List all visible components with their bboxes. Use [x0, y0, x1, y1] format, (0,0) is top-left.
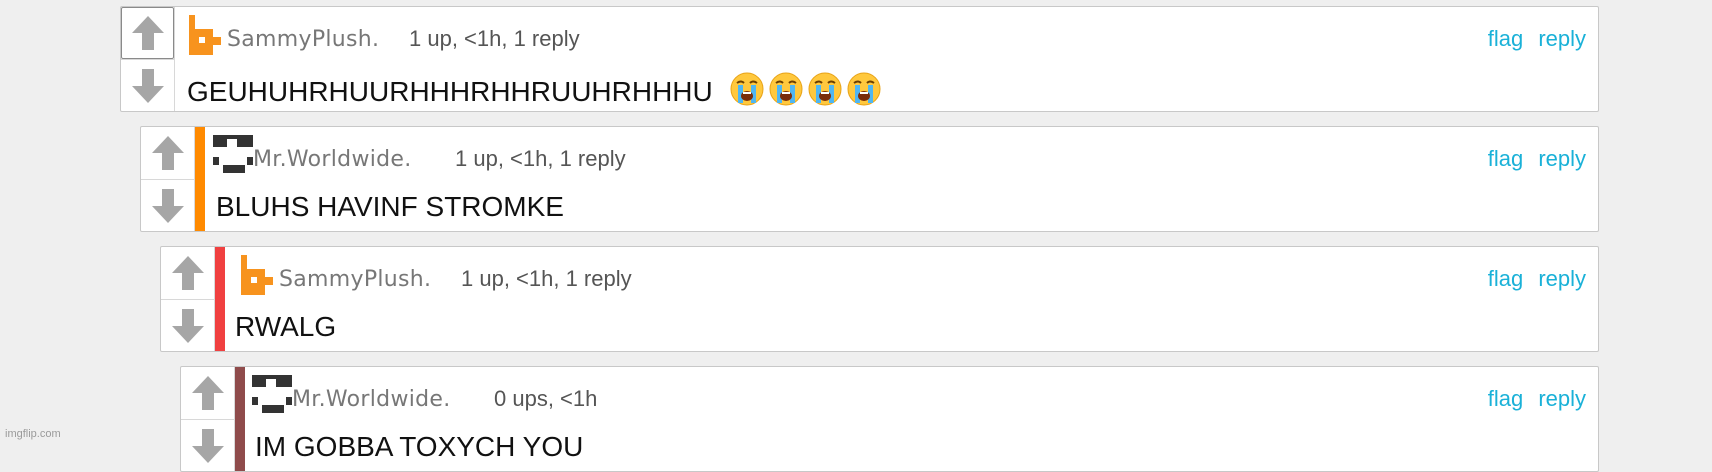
comment-actions: flag reply [1479, 386, 1586, 412]
comment-actions: flag reply [1479, 146, 1586, 172]
comment-content: SammyPlush. 1 up, <1h, 1 reply flag repl… [175, 7, 1598, 111]
comment-stats: 1 up, <1h, 1 reply [455, 146, 626, 171]
reply-link[interactable]: reply [1538, 266, 1586, 291]
comment-content: Mr.Worldwide. 1 up, <1h, 1 reply flag re… [205, 127, 1598, 231]
comment-stats: 1 up, <1h, 1 reply [461, 266, 632, 291]
reply-link[interactable]: reply [1538, 146, 1586, 171]
comment-text: RWALG [235, 311, 336, 343]
flag-link[interactable]: flag [1488, 266, 1523, 291]
comment-header: SammyPlush. 1 up, <1h, 1 reply flag repl… [187, 15, 1586, 55]
thread-depth-bar [235, 367, 245, 471]
username-link[interactable]: SammyPlush. [227, 27, 379, 52]
username-link[interactable]: SammyPlush. [279, 267, 431, 292]
orange-blocky-avatar-icon[interactable] [187, 15, 227, 55]
orange-blocky-avatar-icon[interactable] [239, 255, 279, 295]
comment-text: GEUHUHRHUURHHHRHHRUUHRHHHU [187, 71, 885, 114]
flag-link[interactable]: flag [1488, 146, 1523, 171]
comment-content: SammyPlush. 1 up, <1h, 1 reply flag repl… [225, 247, 1598, 351]
reply-link[interactable]: reply [1538, 386, 1586, 411]
comment: SammyPlush. 1 up, <1h, 1 reply flag repl… [160, 246, 1599, 352]
arrow-up-icon [131, 16, 164, 50]
reply-link[interactable]: reply [1538, 26, 1586, 51]
loudly-crying-face-icon [730, 72, 764, 106]
comment-stats: 1 up, <1h, 1 reply [409, 26, 580, 51]
comment-text: IM GOBBA TOXYCH YOU [255, 431, 583, 463]
downvote-button[interactable] [121, 59, 174, 111]
upvote-button[interactable] [161, 247, 214, 299]
flag-link[interactable]: flag [1488, 386, 1523, 411]
arrow-down-icon [131, 68, 164, 103]
comment-text-content: RWALG [235, 311, 337, 342]
arrow-up-icon [191, 376, 224, 410]
loudly-crying-face-icon [769, 72, 803, 106]
comment-header: SammyPlush. 1 up, <1h, 1 reply flag repl… [239, 255, 1586, 295]
comment: SammyPlush. 1 up, <1h, 1 reply flag repl… [120, 6, 1599, 112]
sunglasses-face-avatar-icon[interactable] [213, 135, 253, 175]
imgflip-watermark: imgflip.com [5, 428, 61, 440]
comment-header: Mr.Worldwide. 1 up, <1h, 1 reply flag re… [213, 135, 1586, 175]
downvote-button[interactable] [161, 299, 214, 351]
downvote-button[interactable] [141, 179, 194, 231]
vote-column [141, 127, 195, 231]
loudly-crying-face-icon [847, 72, 881, 106]
sunglasses-face-avatar-icon[interactable] [252, 375, 292, 415]
comment-stats: 0 ups, <1h [494, 386, 598, 411]
upvote-button[interactable] [121, 7, 174, 59]
arrow-down-icon [191, 428, 224, 463]
comment: Mr.Worldwide. 1 up, <1h, 1 reply flag re… [140, 126, 1599, 232]
downvote-button[interactable] [181, 419, 234, 471]
arrow-up-icon [171, 256, 204, 290]
emoji-group [729, 71, 885, 114]
upvote-button[interactable] [141, 127, 194, 179]
username-link[interactable]: Mr.Worldwide. [292, 387, 451, 412]
comment-content: Mr.Worldwide. 0 ups, <1h flag reply IM G… [245, 367, 1598, 471]
comment-header: Mr.Worldwide. 0 ups, <1h flag reply [252, 375, 1586, 415]
vote-column [161, 247, 215, 351]
loudly-crying-face-icon [808, 72, 842, 106]
username-link[interactable]: Mr.Worldwide. [253, 147, 412, 172]
comment-text-content: BLUHS HAVINF STROMKE [216, 191, 564, 222]
comment-text-content: IM GOBBA TOXYCH YOU [255, 431, 584, 462]
comment-actions: flag reply [1479, 26, 1586, 52]
thread-depth-bar [215, 247, 225, 351]
vote-column [181, 367, 235, 471]
thread-depth-bar [195, 127, 205, 231]
comment-text: BLUHS HAVINF STROMKE [216, 191, 564, 223]
vote-column [121, 7, 175, 111]
arrow-down-icon [151, 188, 184, 223]
flag-link[interactable]: flag [1488, 26, 1523, 51]
comment-actions: flag reply [1479, 266, 1586, 292]
comment: Mr.Worldwide. 0 ups, <1h flag reply IM G… [180, 366, 1599, 472]
arrow-down-icon [171, 308, 204, 343]
arrow-up-icon [151, 136, 184, 170]
upvote-button[interactable] [181, 367, 234, 419]
comment-text-content: GEUHUHRHUURHHHRHHRUUHRHHHU [187, 76, 713, 107]
